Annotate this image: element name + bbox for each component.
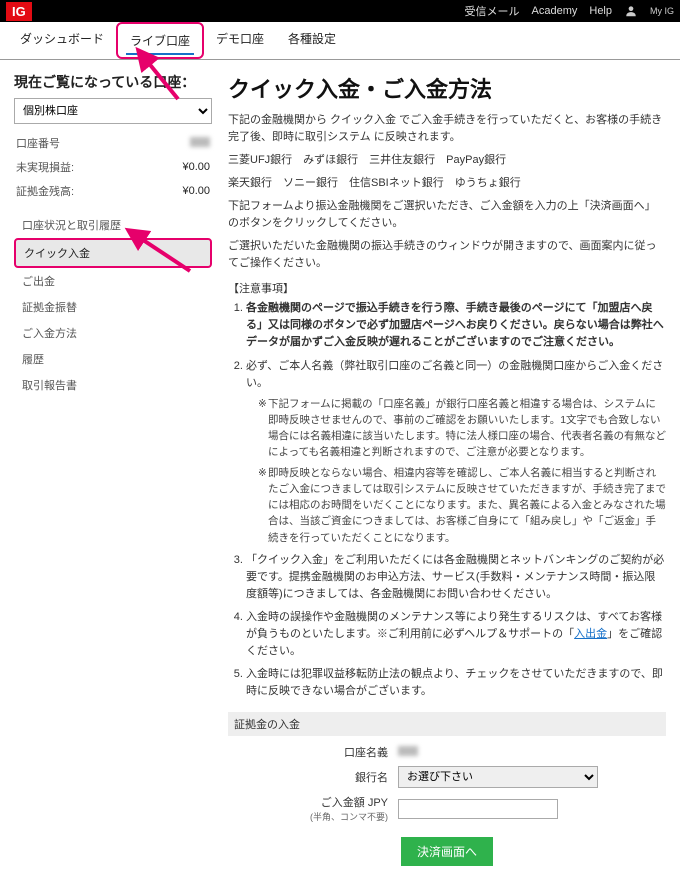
summary-label-acctno: 口座番号 xyxy=(16,132,146,154)
summary-value-pl: ¥0.00 xyxy=(148,156,210,178)
sidenav-item-status[interactable]: 口座状況と取引履歴 xyxy=(14,212,212,238)
tab-demo-account[interactable]: デモ口座 xyxy=(204,22,276,59)
top-bar: IG 受信メール Academy Help My IG xyxy=(0,0,680,22)
notice-header: 【注意事項】 xyxy=(228,280,666,296)
notice-list: 各金融機関のページで振込手続きを行う際、手続き最後のページにて「加盟店へ戻る」又… xyxy=(228,300,666,700)
top-link-help[interactable]: Help xyxy=(589,5,612,17)
tab-dashboard[interactable]: ダッシュボード xyxy=(8,22,116,59)
sidenav-item-reports[interactable]: 取引報告書 xyxy=(14,372,212,398)
bank-list-1: 三菱UFJ銀行 みずほ銀行 三井住友銀行 PayPay銀行 xyxy=(228,152,666,169)
summary-label-balance: 証拠金残高: xyxy=(16,180,146,202)
sidenav-item-transfer[interactable]: 証拠金振替 xyxy=(14,294,212,320)
tab-live-account[interactable]: ライブ口座 xyxy=(116,22,204,59)
intro-2: 下記フォームより振込金融機関をご選択いただき、ご入金額を入力の上「決済画面へ」の… xyxy=(228,198,666,232)
main-tabs: ダッシュボード ライブ口座 デモ口座 各種設定 xyxy=(0,22,680,60)
label-account-name: 口座名義 xyxy=(228,744,398,760)
notice-3: 「クイック入金」をご利用いただくには各金融機関とネットバンキングのご契約が必要で… xyxy=(246,552,666,603)
help-deposit-link[interactable]: 入出金 xyxy=(574,628,607,640)
my-ig-link[interactable]: My IG xyxy=(650,6,674,16)
intro-1: 下記の金融機関から クイック入金 でご入金手続きを行っていただくと、お客様の手続… xyxy=(228,112,666,146)
notice-5: 入金時には犯罪収益移転防止法の観点より、チェックをさせていただきますので、即時に… xyxy=(246,666,666,700)
bank-select[interactable]: お選び下さい xyxy=(398,766,598,788)
notice-2: 必ず、ご本人名義（弊社取引口座のご名義と同一）の金融機関口座からご入金ください。… xyxy=(246,358,666,546)
brand-logo: IG xyxy=(6,2,32,21)
summary-value-acctno xyxy=(190,137,210,147)
avatar-icon[interactable] xyxy=(624,4,638,18)
page-title: クイック入金・ご入金方法 xyxy=(228,72,666,104)
sidebar-title: 現在ご覧になっている口座： xyxy=(14,72,212,92)
value-account-name xyxy=(398,746,418,756)
label-amount: ご入金額 JPY (半角、コンマ不要) xyxy=(228,794,398,823)
main-content: クイック入金・ご入金方法 下記の金融機関から クイック入金 でご入金手続きを行っ… xyxy=(228,72,666,866)
summary-value-balance: ¥0.00 xyxy=(148,180,210,202)
account-summary: 口座番号 未実現損益: ¥0.00 証拠金残高: ¥0.00 xyxy=(14,130,212,204)
notice-2-sub-2: 即時反映とならない場合、相違内容等を確認し、ご本人名義に相当すると判断されたご入… xyxy=(258,465,666,546)
amount-input[interactable] xyxy=(398,799,558,819)
top-link-mail[interactable]: 受信メール xyxy=(465,3,520,19)
sidebar-nav: 口座状況と取引履歴 クイック入金 ご出金 証拠金振替 ご入金方法 履歴 取引報告… xyxy=(14,212,212,398)
submit-button[interactable]: 決済画面へ xyxy=(401,837,493,866)
sidenav-item-deposit-method[interactable]: ご入金方法 xyxy=(14,320,212,346)
summary-label-pl: 未実現損益: xyxy=(16,156,146,178)
sidenav-item-history[interactable]: 履歴 xyxy=(14,346,212,372)
notice-4: 入金時の誤操作や金融機関のメンテナンス等により発生するリスクは、すべてお客様が負… xyxy=(246,609,666,660)
tab-settings[interactable]: 各種設定 xyxy=(276,22,348,59)
sidenav-item-quick-deposit[interactable]: クイック入金 xyxy=(14,238,212,268)
top-link-academy[interactable]: Academy xyxy=(532,5,578,17)
sidebar: 現在ご覧になっている口座： 個別株口座 口座番号 未実現損益: ¥0.00 証拠… xyxy=(14,72,212,866)
account-select[interactable]: 個別株口座 xyxy=(14,98,212,124)
intro-3: ご選択いただいた金融機関の振込手続きのウィンドウが開きますので、画面案内に従って… xyxy=(228,238,666,272)
label-bank: 銀行名 xyxy=(228,769,398,785)
notice-1: 各金融機関のページで振込手続きを行う際、手続き最後のページにて「加盟店へ戻る」又… xyxy=(246,300,666,351)
bank-list-2: 楽天銀行 ソニー銀行 住信SBIネット銀行 ゆうちょ銀行 xyxy=(228,175,666,192)
deposit-section-title: 証拠金の入金 xyxy=(228,712,666,736)
notice-2-sub-1: 下記フォームに掲載の「口座名義」が銀行口座名義と相違する場合は、システムに即時反… xyxy=(258,396,666,461)
deposit-form: 口座名義 銀行名 お選び下さい ご入金額 JPY (半角、コンマ不要) xyxy=(228,744,666,866)
sidenav-item-withdraw[interactable]: ご出金 xyxy=(14,268,212,294)
